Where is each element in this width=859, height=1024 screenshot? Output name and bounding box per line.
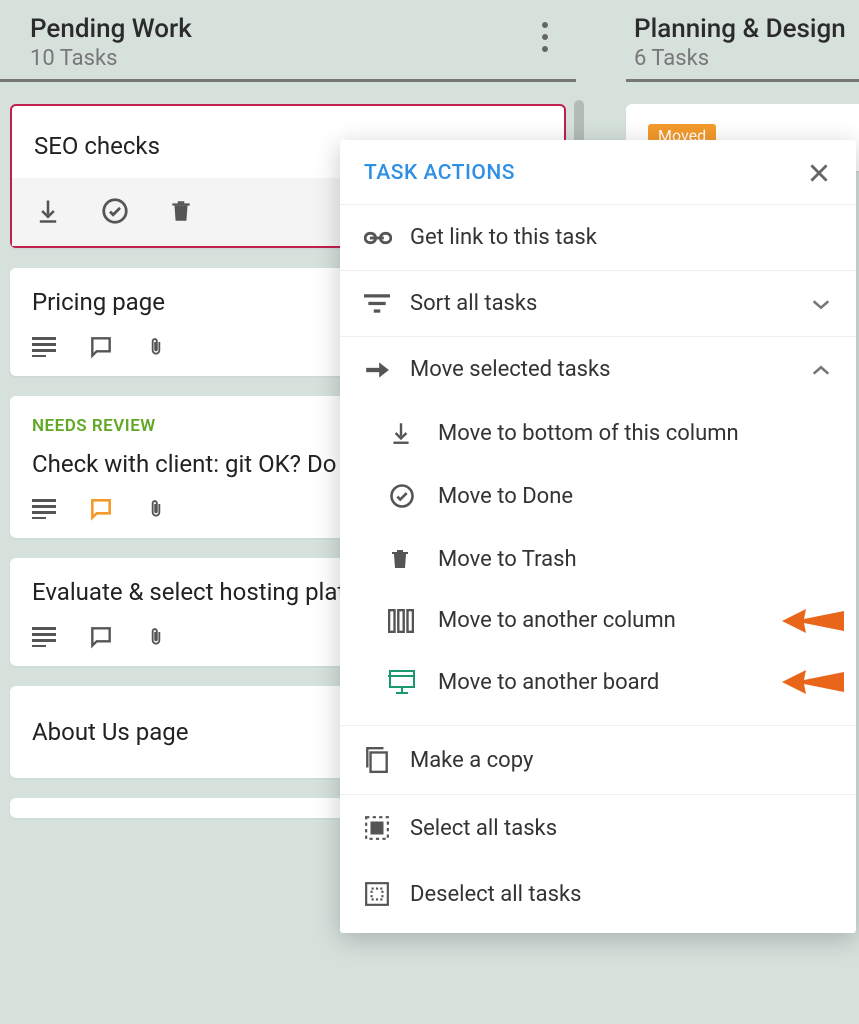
deselect-all-icon bbox=[364, 881, 410, 907]
sub-move-board[interactable]: Move to another board bbox=[340, 651, 856, 713]
sub-label: Move to bottom of this column bbox=[438, 421, 739, 446]
attachment-icon bbox=[146, 334, 166, 360]
task-actions-popup: TASK ACTIONS Get link to this task Sort … bbox=[340, 140, 856, 933]
menu-label: Select all tasks bbox=[410, 816, 557, 841]
chevron-up-icon bbox=[810, 363, 832, 377]
menu-move[interactable]: Move selected tasks bbox=[340, 337, 856, 402]
copy-icon bbox=[364, 746, 410, 774]
attachment-icon bbox=[146, 496, 166, 522]
menu-get-link[interactable]: Get link to this task bbox=[340, 205, 856, 271]
sort-icon bbox=[364, 294, 410, 314]
menu-copy[interactable]: Make a copy bbox=[340, 726, 856, 795]
description-icon bbox=[32, 337, 56, 357]
sub-label: Move to Done bbox=[438, 484, 573, 509]
column-subtitle: 6 Tasks bbox=[634, 46, 859, 71]
menu-deselect-all[interactable]: Deselect all tasks bbox=[340, 861, 856, 933]
trash-icon[interactable] bbox=[168, 197, 194, 225]
annotation-arrow-icon bbox=[782, 664, 844, 700]
sub-move-trash[interactable]: Move to Trash bbox=[340, 528, 856, 590]
menu-label: Get link to this task bbox=[410, 225, 597, 250]
chevron-down-icon bbox=[810, 297, 832, 311]
sub-label: Move to another board bbox=[438, 670, 659, 695]
select-all-icon bbox=[364, 815, 410, 841]
board-icon bbox=[388, 669, 438, 695]
trash-icon bbox=[388, 546, 438, 572]
column-subtitle: 10 Tasks bbox=[30, 46, 546, 71]
annotation-arrow-icon bbox=[782, 603, 844, 639]
arrow-right-icon bbox=[364, 360, 410, 380]
columns-icon bbox=[388, 609, 438, 633]
column-header-pending: Pending Work 10 Tasks bbox=[0, 0, 576, 82]
popup-title: TASK ACTIONS bbox=[364, 161, 515, 185]
comment-icon bbox=[88, 334, 114, 360]
sub-label: Move to Trash bbox=[438, 547, 577, 572]
menu-label: Deselect all tasks bbox=[410, 882, 581, 907]
column-menu-button[interactable] bbox=[532, 22, 558, 52]
sub-move-column[interactable]: Move to another column bbox=[340, 590, 856, 651]
close-icon[interactable] bbox=[806, 160, 832, 186]
column-title: Planning & Design bbox=[634, 14, 859, 44]
check-circle-icon bbox=[388, 482, 438, 510]
column-title: Pending Work bbox=[30, 14, 546, 44]
menu-select-all[interactable]: Select all tasks bbox=[340, 795, 856, 861]
description-icon bbox=[32, 499, 56, 519]
sub-label: Move to another column bbox=[438, 608, 676, 633]
attachment-icon bbox=[146, 624, 166, 650]
sub-move-done[interactable]: Move to Done bbox=[340, 464, 856, 528]
menu-sort[interactable]: Sort all tasks bbox=[340, 271, 856, 337]
download-icon[interactable] bbox=[34, 197, 62, 225]
link-icon bbox=[364, 229, 410, 247]
menu-label: Sort all tasks bbox=[410, 291, 537, 316]
check-circle-icon[interactable] bbox=[100, 196, 130, 226]
menu-label: Move selected tasks bbox=[410, 357, 611, 382]
description-icon bbox=[32, 627, 56, 647]
move-sub-items: Move to bottom of this column Move to Do… bbox=[340, 402, 856, 726]
download-icon bbox=[388, 420, 438, 446]
column-header-planning: Planning & Design 6 Tasks bbox=[626, 0, 859, 82]
popup-header: TASK ACTIONS bbox=[340, 140, 856, 205]
comment-icon bbox=[88, 496, 114, 522]
menu-label: Make a copy bbox=[410, 748, 533, 773]
sub-move-bottom[interactable]: Move to bottom of this column bbox=[340, 402, 856, 464]
comment-icon bbox=[88, 624, 114, 650]
